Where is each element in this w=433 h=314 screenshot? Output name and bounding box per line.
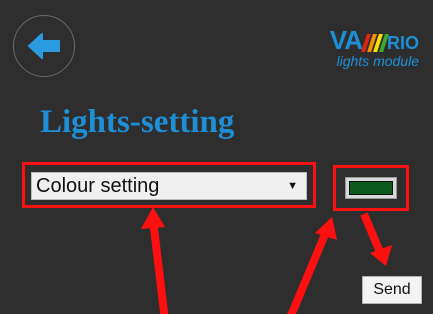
annotation-arrow-down-to-send	[360, 212, 392, 266]
annotation-arrows	[141, 207, 392, 314]
app-screen: VA RIO lights module Lights-setting Colo…	[0, 0, 433, 314]
annotation-arrow-up-to-select	[141, 207, 169, 314]
annotation-arrow-up-to-swatch	[287, 217, 337, 314]
